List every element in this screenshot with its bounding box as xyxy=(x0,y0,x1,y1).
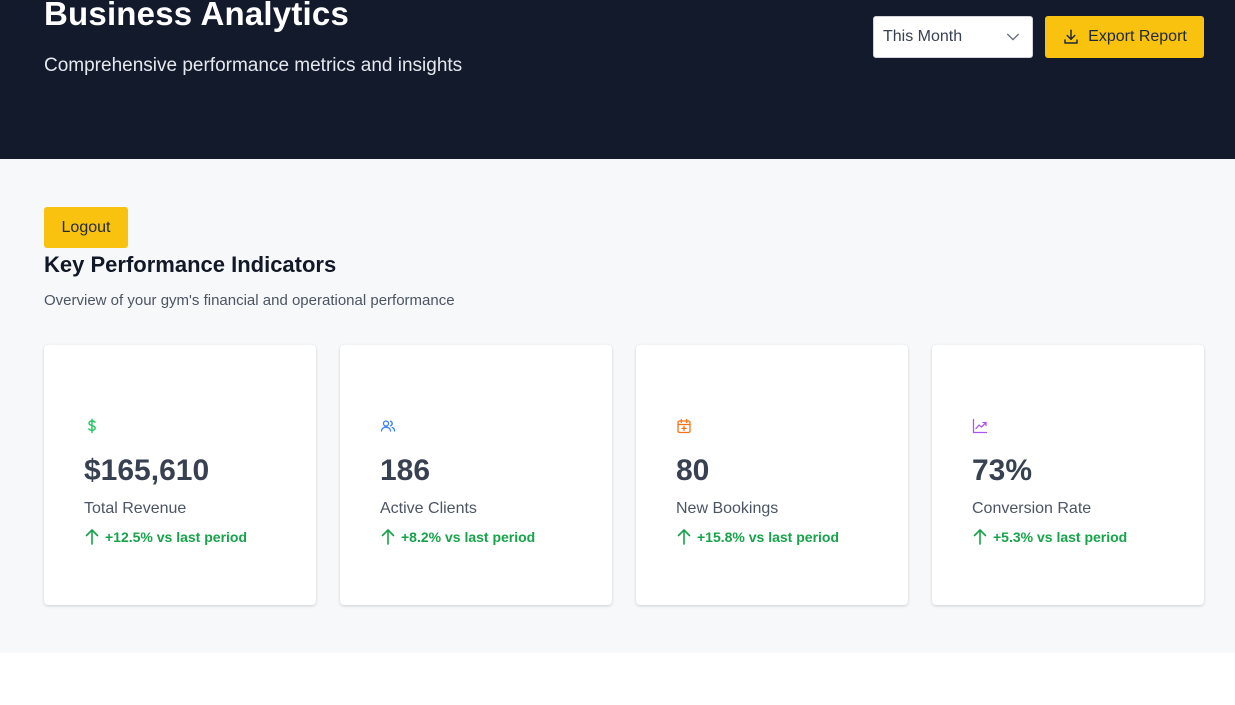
kpi-value: $165,610 xyxy=(84,454,210,487)
period-select[interactable]: This Month xyxy=(873,16,1033,58)
kpi-card-new-bookings: 80 New Bookings +15.8% vs last period xyxy=(636,345,908,605)
logout-button[interactable]: Logout xyxy=(44,207,128,248)
arrow-up-icon xyxy=(85,529,99,545)
kpi-trend-text: +5.3% vs last period xyxy=(993,529,1128,545)
kpi-label: Conversion Rate xyxy=(972,500,1092,517)
kpi-trend-text: +15.8% vs last period xyxy=(697,529,840,545)
kpi-label: Active Clients xyxy=(380,500,477,517)
arrow-up-icon xyxy=(381,529,395,545)
calendar-plus-icon xyxy=(676,418,692,434)
kpi-trend: +12.5% vs last period xyxy=(84,528,247,546)
export-report-label: Export Report xyxy=(1088,28,1187,45)
kpi-label: Total Revenue xyxy=(84,500,187,517)
kpi-value: 73% xyxy=(972,454,1033,487)
main-content: Logout Key Performance Indicators Overvi… xyxy=(0,159,1235,653)
kpi-card-total-revenue: $165,610 Total Revenue +12.5% vs last pe… xyxy=(44,345,316,605)
page-subtitle: Comprehensive performance metrics and in… xyxy=(44,55,463,76)
users-icon xyxy=(380,418,396,434)
trend-chart-icon xyxy=(972,418,988,434)
kpi-value: 80 xyxy=(676,454,710,487)
section-title: Key Performance Indicators xyxy=(44,252,337,277)
period-select-value: This Month xyxy=(883,28,963,45)
chevron-down-icon xyxy=(1007,33,1019,41)
page-title: Business Analytics xyxy=(44,0,349,32)
arrow-up-icon xyxy=(677,529,691,545)
kpi-card-active-clients: 186 Active Clients +8.2% vs last period xyxy=(340,345,612,605)
kpi-trend: +15.8% vs last period xyxy=(676,528,839,546)
kpi-trend-text: +8.2% vs last period xyxy=(401,529,536,545)
page-header: Business Analytics Comprehensive perform… xyxy=(0,0,1235,159)
dollar-icon xyxy=(84,418,100,434)
kpi-value: 186 xyxy=(380,454,431,487)
kpi-trend-text: +12.5% vs last period xyxy=(105,529,248,545)
download-icon xyxy=(1064,29,1078,44)
export-report-button[interactable]: Export Report xyxy=(1045,16,1204,58)
kpi-card-conversion-rate: 73% Conversion Rate +5.3% vs last period xyxy=(932,345,1204,605)
section-subtitle: Overview of your gym's financial and ope… xyxy=(44,292,455,309)
kpi-label: New Bookings xyxy=(676,500,779,517)
kpi-trend: +5.3% vs last period xyxy=(972,528,1127,546)
arrow-up-icon xyxy=(973,529,987,545)
kpi-trend: +8.2% vs last period xyxy=(380,528,535,546)
